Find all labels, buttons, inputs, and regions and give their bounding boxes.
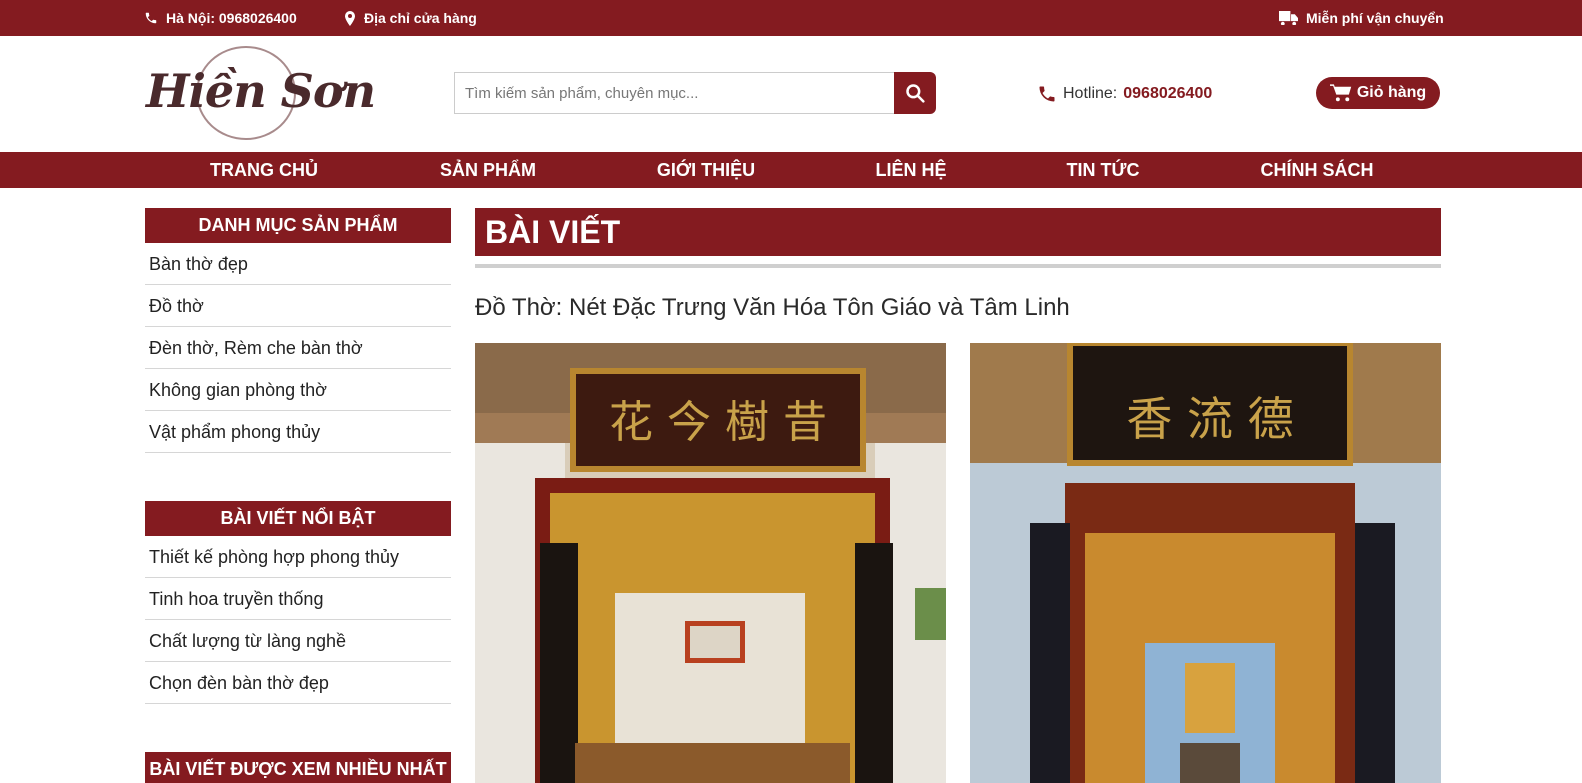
cart-button[interactable]: Giỏ hàng — [1316, 77, 1440, 109]
nav-about[interactable]: GIỚI THIỆU — [657, 152, 755, 188]
hotline-number: 0968026400 — [1123, 85, 1213, 102]
phone-icon — [1039, 86, 1055, 102]
main-content: BÀI VIẾT Đồ Thờ: Nét Đặc Trưng Văn Hóa T… — [475, 208, 1441, 783]
category-block: DANH MỤC SẢN PHẨM Bàn thờ đẹp Đồ thờ Đèn… — [145, 208, 451, 453]
article-photo-1[interactable]: 花 今 樹 昔 — [475, 343, 946, 783]
most-viewed-block: BÀI VIẾT ĐƯỢC XEM NHIỀU NHẤT — [145, 752, 451, 783]
featured-title: BÀI VIẾT NỔI BẬT — [145, 501, 451, 536]
topbar-shipping-text: Miễn phí vận chuyển — [1306, 10, 1444, 26]
sidebar: DANH MỤC SẢN PHẨM Bàn thờ đẹp Đồ thờ Đèn… — [145, 208, 451, 783]
plaque-2-text: 香 流 德 — [1126, 392, 1293, 446]
nav-home[interactable]: TRANG CHỦ — [210, 152, 318, 188]
map-pin-icon — [345, 10, 355, 26]
topbar-address[interactable]: Địa chỉ cửa hàng — [344, 0, 477, 36]
search-input[interactable] — [454, 72, 894, 114]
article-photo-2[interactable]: 香 流 德 — [970, 343, 1441, 783]
nav-news[interactable]: TIN TỨC — [1067, 152, 1140, 188]
hotline[interactable]: Hotline: 0968026400 — [1037, 79, 1212, 109]
featured-block: BÀI VIẾT NỔI BẬT Thiết kế phòng hợp phon… — [145, 501, 451, 704]
top-bar: Hà Nội: 0968026400 Địa chỉ cửa hàng Miễn… — [0, 0, 1582, 36]
search-bar — [454, 72, 936, 114]
featured-item[interactable]: Chọn đèn bàn thờ đẹp — [145, 662, 451, 704]
cart-label: Giỏ hàng — [1356, 84, 1427, 101]
main-nav: TRANG CHỦ SẢN PHẨM GIỚI THIỆU LIÊN HỆ TI… — [0, 152, 1582, 188]
category-item[interactable]: Vật phẩm phong thủy — [145, 411, 451, 453]
featured-item[interactable]: Chất lượng từ làng nghề — [145, 620, 451, 662]
search-icon — [906, 84, 925, 103]
nav-products[interactable]: SẢN PHẨM — [440, 152, 536, 188]
category-title: DANH MỤC SẢN PHẨM — [145, 208, 451, 243]
altar-photo-1: 花 今 樹 昔 — [475, 343, 946, 783]
site-header: Hiền Sơn Hotline: 0968026400 Giỏ hàng — [0, 36, 1582, 152]
category-item[interactable]: Đèn thờ, Rèm che bàn thờ — [145, 327, 451, 369]
topbar-shipping[interactable]: Miễn phí vận chuyển — [1279, 0, 1444, 36]
nav-policy[interactable]: CHÍNH SÁCH — [1260, 152, 1373, 188]
logo[interactable]: Hiền Sơn — [146, 46, 376, 140]
plaque-1-text: 花 今 樹 昔 — [609, 397, 827, 448]
featured-item[interactable]: Thiết kế phòng hợp phong thủy — [145, 536, 451, 578]
phone-icon — [145, 12, 157, 24]
category-item[interactable]: Đồ thờ — [145, 285, 451, 327]
topbar-address-text: Địa chỉ cửa hàng — [364, 10, 477, 26]
section-divider — [475, 264, 1441, 268]
search-button[interactable] — [894, 72, 936, 114]
article-title: Đồ Thờ: Nét Đặc Trưng Văn Hóa Tôn Giáo v… — [475, 294, 1070, 321]
topbar-phone[interactable]: Hà Nội: 0968026400 — [144, 0, 297, 36]
category-item[interactable]: Bàn thờ đẹp — [145, 243, 451, 285]
most-viewed-title: BÀI VIẾT ĐƯỢC XEM NHIỀU NHẤT — [145, 752, 451, 783]
truck-icon — [1279, 11, 1298, 25]
category-item[interactable]: Không gian phòng thờ — [145, 369, 451, 411]
cart-icon — [1329, 84, 1352, 102]
logo-text: Hiền Sơn — [146, 64, 376, 118]
featured-item[interactable]: Tinh hoa truyền thống — [145, 578, 451, 620]
nav-contact[interactable]: LIÊN HỆ — [875, 152, 946, 188]
topbar-phone-text: Hà Nội: 0968026400 — [166, 10, 297, 26]
section-title: BÀI VIẾT — [475, 208, 1441, 256]
altar-photo-2: 香 流 德 — [970, 343, 1441, 783]
hotline-label: Hotline: — [1063, 85, 1118, 102]
